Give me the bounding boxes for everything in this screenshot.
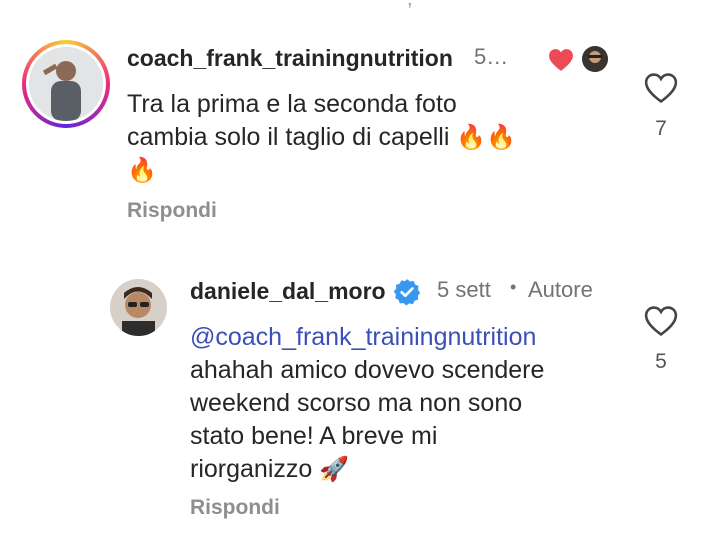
meta-dot: • bbox=[510, 277, 517, 297]
like-heart-icon[interactable] bbox=[644, 72, 678, 109]
top-fragment: , bbox=[407, 0, 413, 11]
comment-time: 5… bbox=[474, 44, 509, 69]
avatar-coach-frank[interactable] bbox=[22, 40, 110, 128]
fire-emoji: 🔥🔥 bbox=[456, 124, 517, 151]
author-tag: Autore bbox=[528, 277, 593, 302]
reply-username[interactable]: daniele_dal_moro bbox=[190, 278, 386, 305]
like-count: 7 bbox=[655, 117, 667, 140]
verified-badge-icon bbox=[393, 278, 421, 311]
fire-emoji: 🔥 bbox=[127, 157, 157, 184]
reply-button[interactable]: Rispondi bbox=[127, 199, 217, 223]
avatar-daniele[interactable] bbox=[110, 279, 167, 336]
like-heart-icon[interactable] bbox=[644, 305, 678, 342]
rocket-emoji: 🚀 bbox=[319, 456, 350, 483]
reply-button[interactable]: Rispondi bbox=[190, 496, 280, 520]
mention-link[interactable]: @coach_frank_trainingnutrition bbox=[190, 321, 630, 354]
author-mini-avatar bbox=[582, 46, 608, 72]
like-count: 5 bbox=[655, 350, 667, 373]
liked-by-author-heart-icon bbox=[548, 48, 574, 77]
reply-time: 5 sett bbox=[437, 277, 491, 302]
comment-text: Tra la prima e la seconda foto cambia so… bbox=[127, 88, 597, 187]
reply-text: @coach_frank_trainingnutrition ahahah am… bbox=[190, 321, 630, 486]
comment-username[interactable]: coach_frank_trainingnutrition bbox=[127, 45, 453, 72]
